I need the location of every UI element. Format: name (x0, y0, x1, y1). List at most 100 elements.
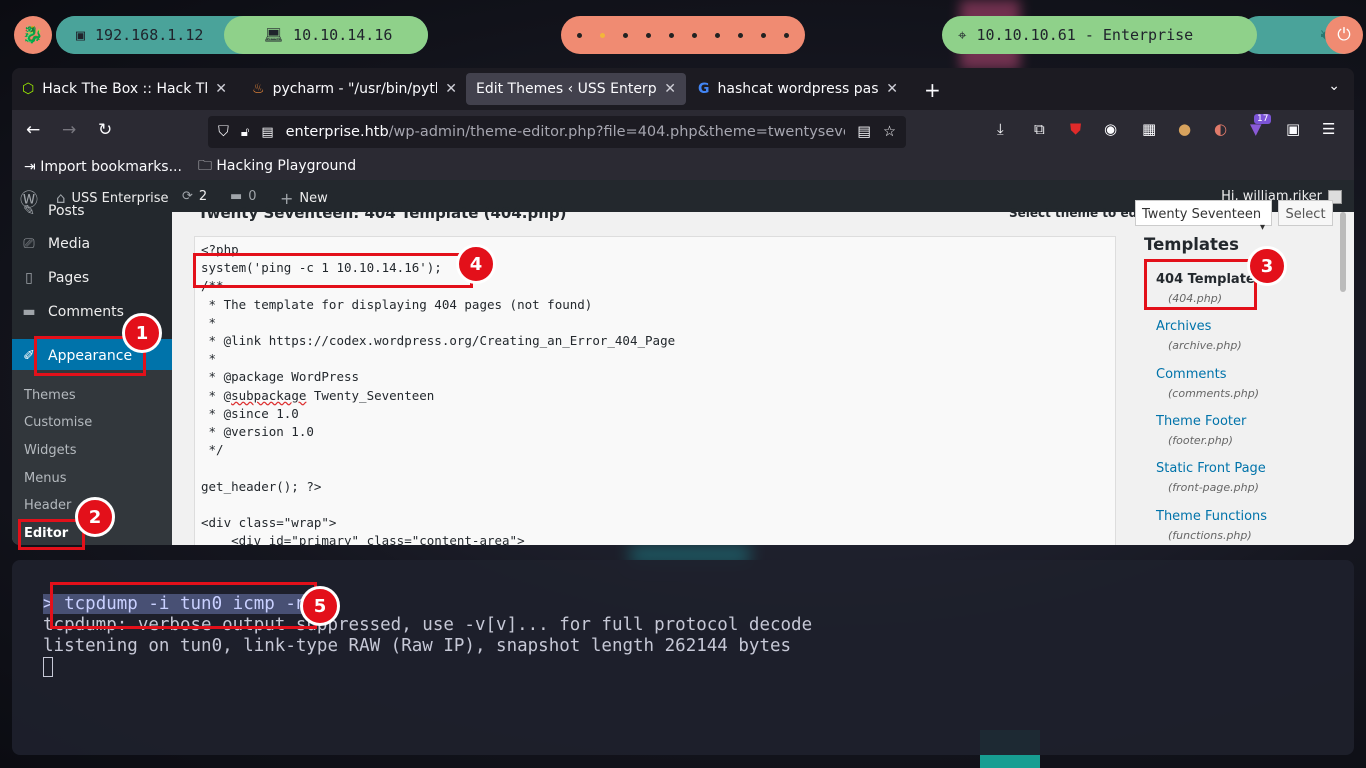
code-line: <div id="primary" class="content-area"> (201, 533, 525, 545)
workspace-dot[interactable] (646, 32, 651, 38)
code-line: get_header(); ?> (201, 478, 322, 494)
laptop-icon: 💻︎ (264, 26, 284, 44)
cookie-icon[interactable]: ● (1178, 120, 1191, 138)
target-pill: ⌖ 10.10.10.61 - Enterprise (942, 16, 1257, 54)
bookmark-import[interactable]: ⇥ Import bookmarks... (24, 159, 182, 175)
annotation-badge-4: 4 (456, 244, 496, 284)
workspace-dot[interactable] (669, 32, 674, 38)
workspace-dot[interactable] (715, 32, 720, 38)
tab-hashcat-search[interactable]: G hashcat wordpress password ✕ (688, 73, 908, 105)
bookmark-star-icon[interactable]: ☆ (883, 124, 896, 140)
cookie-editor-icon[interactable]: ◐ (1214, 120, 1227, 138)
submenu-customise[interactable]: Customise (24, 415, 92, 430)
extensions-icon[interactable]: ⧉ (1034, 120, 1045, 138)
workspace-dot[interactable] (738, 32, 743, 38)
workspace-dot-active[interactable] (600, 32, 605, 38)
menu-icon[interactable]: ☰ (1322, 120, 1335, 138)
workspace-dot[interactable] (784, 32, 789, 38)
back-button[interactable]: ← (26, 120, 40, 140)
select-theme-label: Select theme to edit: (1009, 206, 1152, 220)
local-ip: 192.168.1.12 (95, 26, 204, 44)
submenu-menus[interactable]: Menus (24, 471, 66, 486)
code-line: * @version 1.0 (201, 424, 314, 440)
glasses-icon[interactable]: ◉ (1104, 120, 1117, 138)
menu-media[interactable]: ⎚ Media (12, 227, 172, 261)
submenu-widgets[interactable]: Widgets (24, 443, 77, 458)
htb-cube-icon: ⬡ (22, 81, 35, 97)
vpn-ip-segment: 💻︎ 10.10.14.16 (224, 16, 428, 54)
templates-heading: Templates (1144, 235, 1239, 254)
tab-pycharm[interactable]: ♨ pycharm - "/usr/bin/python" ✕ (242, 73, 467, 105)
fire-icon: ♨ (252, 81, 265, 97)
chevron-down-icon[interactable]: ⌄ (1328, 78, 1340, 94)
kali-dragon-icon[interactable]: 🐉 (14, 16, 52, 54)
comments-link[interactable]: ▬ 0 (230, 189, 257, 204)
bookmark-folder-hacking[interactable]: 🗀 Hacking Playground (198, 155, 356, 179)
pin-icon: ✎ (23, 203, 35, 219)
forward-button[interactable]: → (62, 120, 76, 140)
url-bar[interactable]: ⛉ 🔓︎ ▤ enterprise.htb/wp-admin/theme-edi… (208, 116, 906, 148)
close-icon[interactable]: ✕ (664, 81, 676, 97)
network-icon: ▣ (76, 26, 86, 44)
new-tab-button[interactable]: + (924, 78, 941, 102)
folder-icon: 🗀 (197, 158, 217, 174)
vpn-ip: 10.10.14.16 (293, 26, 393, 44)
annotation-box-tcpdump (50, 582, 317, 629)
download-icon[interactable]: ⤓ (997, 120, 1004, 138)
code-line: * The template for displaying 404 pages … (201, 296, 593, 312)
page-scrollbar[interactable] (1340, 212, 1346, 512)
annotation-badge-3: 3 (1247, 246, 1287, 286)
local-ip-segment: ▣ 192.168.1.12 (56, 16, 226, 54)
code-line: * @since 1.0 (201, 405, 299, 421)
annotation-badge-5: 5 (300, 586, 340, 626)
workspace-dot[interactable] (761, 32, 766, 38)
select-theme-button[interactable]: Select (1278, 200, 1333, 226)
annotation-box-system-ping (193, 253, 473, 288)
qr-icon[interactable]: ▦ (1142, 120, 1156, 138)
code-line: */ (201, 442, 224, 458)
terminal-output-line: listening on tun0, link-type RAW (Raw IP… (43, 636, 792, 656)
bookmarks-toolbar: ⇥ Import bookmarks... 🗀 Hacking Playgrou… (12, 154, 1354, 180)
close-icon[interactable]: ✕ (445, 81, 457, 97)
import-icon: ⇥ (24, 159, 41, 175)
comment-icon: ▬ (22, 304, 36, 320)
ublock-icon[interactable]: ⛊ (1070, 120, 1081, 138)
url-host: enterprise.htb (285, 124, 389, 140)
reload-button[interactable]: ↻ (98, 120, 112, 140)
updates-link[interactable]: ⟳ 2 (182, 189, 207, 204)
code-line: * (201, 314, 217, 330)
annotation-badge-2: 2 (75, 497, 115, 537)
crosshair-icon: ⌖ (958, 26, 967, 44)
ip-status-pill: ▣ 192.168.1.12 💻︎ 10.10.14.16 (56, 16, 428, 54)
submenu-header[interactable]: Header (24, 498, 71, 513)
close-icon[interactable]: ✕ (886, 81, 898, 97)
submenu-themes[interactable]: Themes (24, 388, 76, 403)
power-icon[interactable]: ⏻ (1325, 16, 1363, 54)
target-label: 10.10.10.61 - Enterprise (976, 26, 1194, 44)
code-line: * @package WordPress (201, 369, 360, 385)
annotation-box-editor (18, 519, 85, 550)
workspace-dot[interactable] (692, 32, 697, 38)
nav-toolbar: ← → ↻ ⛉ 🔓︎ ▤ enterprise.htb/wp-admin/the… (12, 110, 1354, 154)
workspace-dot[interactable] (577, 32, 582, 38)
code-line: <div class="wrap"> (201, 515, 337, 531)
wappalyzer-icon[interactable]: ▼ 17 (1250, 114, 1272, 138)
menu-pages[interactable]: ▯ Pages (12, 261, 172, 295)
shield-icon[interactable]: ⛉ (218, 124, 229, 140)
menu-posts[interactable]: ✎ Posts (12, 194, 172, 228)
reader-view-icon[interactable]: ▤ (857, 124, 871, 140)
container-icon[interactable]: ▣ (1286, 120, 1300, 138)
theme-select[interactable]: Twenty Seventeen ▾ (1135, 200, 1272, 233)
annotation-badge-1: 1 (122, 313, 162, 353)
wp-admin-menu: ✎ Posts ⎚ Media ▯ Pages ▬ Comments ✐ Appearan… (12, 203, 172, 545)
close-icon[interactable]: ✕ (215, 81, 227, 97)
terminal-cursor (43, 657, 53, 677)
workspace-dot[interactable] (623, 32, 628, 38)
tab-edit-themes[interactable]: Edit Themes ‹ USS Enterprise ✕ (466, 73, 686, 105)
tab-hackthebox[interactable]: ⬡ Hack The Box :: Hack The Box ✕ (12, 73, 237, 105)
lock-broken-icon[interactable]: 🔓︎ (241, 125, 249, 140)
workspace-switcher (561, 16, 805, 54)
scrollbar-thumb[interactable] (1340, 212, 1346, 292)
